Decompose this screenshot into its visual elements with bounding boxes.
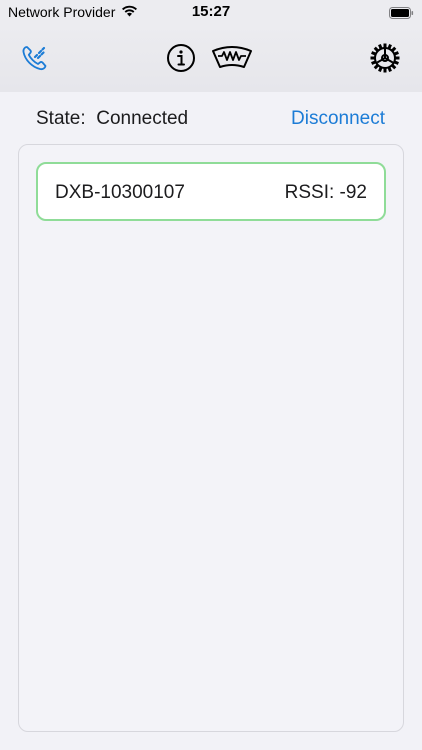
device-list-item[interactable]: DXB-10300107 RSSI: -92	[36, 162, 386, 221]
disconnect-button[interactable]: Disconnect	[291, 108, 385, 130]
connection-state: State: Connected	[36, 108, 188, 130]
state-label: State:	[36, 108, 86, 129]
state-value: Connected	[96, 108, 189, 129]
device-name: DXB-10300107	[55, 182, 185, 203]
battery-icon	[389, 6, 414, 19]
info-icon[interactable]	[164, 41, 198, 75]
rssi-label: RSSI:	[284, 182, 335, 203]
settings-gear-icon[interactable]	[368, 41, 402, 75]
rssi-value: -92	[339, 182, 367, 203]
device-rssi: RSSI: -92	[285, 182, 367, 204]
meter-icon[interactable]	[210, 41, 254, 75]
status-bar: Network Provider 15:27	[0, 0, 422, 24]
connection-state-row: State: Connected Disconnect	[0, 108, 422, 132]
device-list-panel[interactable]: DXB-10300107 RSSI: -92	[18, 144, 404, 732]
toolbar	[0, 24, 422, 92]
status-time: 15:27	[191, 3, 231, 20]
phone-signal-icon[interactable]	[18, 41, 52, 75]
